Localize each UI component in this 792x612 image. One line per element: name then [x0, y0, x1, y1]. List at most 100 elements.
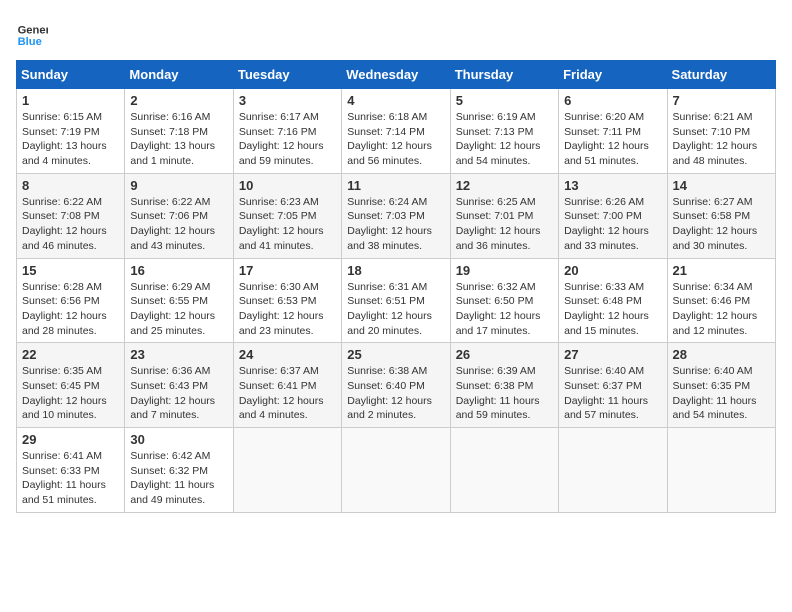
day-info: Sunrise: 6:34 AM Sunset: 6:46 PM Dayligh…: [673, 280, 770, 339]
day-info: Sunrise: 6:16 AM Sunset: 7:18 PM Dayligh…: [130, 110, 227, 169]
day-info: Sunrise: 6:32 AM Sunset: 6:50 PM Dayligh…: [456, 280, 553, 339]
day-info: Sunrise: 6:21 AM Sunset: 7:10 PM Dayligh…: [673, 110, 770, 169]
logo-icon: General Blue: [16, 16, 48, 48]
day-info: Sunrise: 6:41 AM Sunset: 6:33 PM Dayligh…: [22, 449, 119, 508]
calendar-cell: 29 Sunrise: 6:41 AM Sunset: 6:33 PM Dayl…: [17, 428, 125, 513]
day-info: Sunrise: 6:36 AM Sunset: 6:43 PM Dayligh…: [130, 364, 227, 423]
day-number: 11: [347, 178, 444, 193]
calendar-cell: [667, 428, 775, 513]
day-info: Sunrise: 6:42 AM Sunset: 6:32 PM Dayligh…: [130, 449, 227, 508]
calendar-cell: 18 Sunrise: 6:31 AM Sunset: 6:51 PM Dayl…: [342, 258, 450, 343]
day-number: 20: [564, 263, 661, 278]
calendar-cell: 26 Sunrise: 6:39 AM Sunset: 6:38 PM Dayl…: [450, 343, 558, 428]
calendar-cell: 8 Sunrise: 6:22 AM Sunset: 7:08 PM Dayli…: [17, 173, 125, 258]
calendar-cell: 4 Sunrise: 6:18 AM Sunset: 7:14 PM Dayli…: [342, 89, 450, 174]
calendar-cell: [233, 428, 341, 513]
day-number: 10: [239, 178, 336, 193]
calendar-header-friday: Friday: [559, 61, 667, 89]
day-number: 28: [673, 347, 770, 362]
calendar-cell: 25 Sunrise: 6:38 AM Sunset: 6:40 PM Dayl…: [342, 343, 450, 428]
page-header: General Blue: [16, 16, 776, 48]
calendar-week-row: 8 Sunrise: 6:22 AM Sunset: 7:08 PM Dayli…: [17, 173, 776, 258]
day-info: Sunrise: 6:17 AM Sunset: 7:16 PM Dayligh…: [239, 110, 336, 169]
day-info: Sunrise: 6:26 AM Sunset: 7:00 PM Dayligh…: [564, 195, 661, 254]
day-number: 8: [22, 178, 119, 193]
day-number: 14: [673, 178, 770, 193]
calendar-cell: 10 Sunrise: 6:23 AM Sunset: 7:05 PM Dayl…: [233, 173, 341, 258]
calendar-header-row: SundayMondayTuesdayWednesdayThursdayFrid…: [17, 61, 776, 89]
calendar-cell: [559, 428, 667, 513]
calendar-cell: 27 Sunrise: 6:40 AM Sunset: 6:37 PM Dayl…: [559, 343, 667, 428]
calendar-week-row: 29 Sunrise: 6:41 AM Sunset: 6:33 PM Dayl…: [17, 428, 776, 513]
day-info: Sunrise: 6:37 AM Sunset: 6:41 PM Dayligh…: [239, 364, 336, 423]
calendar-cell: 30 Sunrise: 6:42 AM Sunset: 6:32 PM Dayl…: [125, 428, 233, 513]
calendar-week-row: 1 Sunrise: 6:15 AM Sunset: 7:19 PM Dayli…: [17, 89, 776, 174]
calendar-cell: [342, 428, 450, 513]
day-info: Sunrise: 6:39 AM Sunset: 6:38 PM Dayligh…: [456, 364, 553, 423]
calendar-cell: 6 Sunrise: 6:20 AM Sunset: 7:11 PM Dayli…: [559, 89, 667, 174]
day-number: 13: [564, 178, 661, 193]
calendar-cell: 16 Sunrise: 6:29 AM Sunset: 6:55 PM Dayl…: [125, 258, 233, 343]
day-info: Sunrise: 6:33 AM Sunset: 6:48 PM Dayligh…: [564, 280, 661, 339]
day-info: Sunrise: 6:28 AM Sunset: 6:56 PM Dayligh…: [22, 280, 119, 339]
day-info: Sunrise: 6:40 AM Sunset: 6:37 PM Dayligh…: [564, 364, 661, 423]
day-info: Sunrise: 6:35 AM Sunset: 6:45 PM Dayligh…: [22, 364, 119, 423]
day-number: 1: [22, 93, 119, 108]
day-number: 18: [347, 263, 444, 278]
day-number: 22: [22, 347, 119, 362]
calendar-cell: 13 Sunrise: 6:26 AM Sunset: 7:00 PM Dayl…: [559, 173, 667, 258]
day-number: 25: [347, 347, 444, 362]
calendar-header-wednesday: Wednesday: [342, 61, 450, 89]
calendar-cell: [450, 428, 558, 513]
day-number: 3: [239, 93, 336, 108]
calendar-header-sunday: Sunday: [17, 61, 125, 89]
day-number: 21: [673, 263, 770, 278]
day-number: 16: [130, 263, 227, 278]
day-info: Sunrise: 6:40 AM Sunset: 6:35 PM Dayligh…: [673, 364, 770, 423]
day-number: 6: [564, 93, 661, 108]
day-info: Sunrise: 6:31 AM Sunset: 6:51 PM Dayligh…: [347, 280, 444, 339]
day-number: 19: [456, 263, 553, 278]
day-number: 26: [456, 347, 553, 362]
day-info: Sunrise: 6:22 AM Sunset: 7:06 PM Dayligh…: [130, 195, 227, 254]
day-info: Sunrise: 6:24 AM Sunset: 7:03 PM Dayligh…: [347, 195, 444, 254]
calendar-cell: 11 Sunrise: 6:24 AM Sunset: 7:03 PM Dayl…: [342, 173, 450, 258]
day-number: 24: [239, 347, 336, 362]
day-number: 27: [564, 347, 661, 362]
calendar-header-tuesday: Tuesday: [233, 61, 341, 89]
calendar-cell: 21 Sunrise: 6:34 AM Sunset: 6:46 PM Dayl…: [667, 258, 775, 343]
day-number: 2: [130, 93, 227, 108]
calendar-week-row: 15 Sunrise: 6:28 AM Sunset: 6:56 PM Dayl…: [17, 258, 776, 343]
calendar-cell: 3 Sunrise: 6:17 AM Sunset: 7:16 PM Dayli…: [233, 89, 341, 174]
day-number: 7: [673, 93, 770, 108]
calendar-week-row: 22 Sunrise: 6:35 AM Sunset: 6:45 PM Dayl…: [17, 343, 776, 428]
day-number: 15: [22, 263, 119, 278]
calendar-header-saturday: Saturday: [667, 61, 775, 89]
calendar-table: SundayMondayTuesdayWednesdayThursdayFrid…: [16, 60, 776, 513]
logo: General Blue: [16, 16, 52, 48]
day-number: 29: [22, 432, 119, 447]
day-info: Sunrise: 6:38 AM Sunset: 6:40 PM Dayligh…: [347, 364, 444, 423]
calendar-cell: 17 Sunrise: 6:30 AM Sunset: 6:53 PM Dayl…: [233, 258, 341, 343]
calendar-cell: 2 Sunrise: 6:16 AM Sunset: 7:18 PM Dayli…: [125, 89, 233, 174]
calendar-cell: 12 Sunrise: 6:25 AM Sunset: 7:01 PM Dayl…: [450, 173, 558, 258]
day-info: Sunrise: 6:20 AM Sunset: 7:11 PM Dayligh…: [564, 110, 661, 169]
svg-text:Blue: Blue: [18, 36, 42, 48]
day-info: Sunrise: 6:23 AM Sunset: 7:05 PM Dayligh…: [239, 195, 336, 254]
calendar-cell: 23 Sunrise: 6:36 AM Sunset: 6:43 PM Dayl…: [125, 343, 233, 428]
day-info: Sunrise: 6:30 AM Sunset: 6:53 PM Dayligh…: [239, 280, 336, 339]
calendar-body: 1 Sunrise: 6:15 AM Sunset: 7:19 PM Dayli…: [17, 89, 776, 513]
day-number: 30: [130, 432, 227, 447]
calendar-cell: 28 Sunrise: 6:40 AM Sunset: 6:35 PM Dayl…: [667, 343, 775, 428]
calendar-cell: 20 Sunrise: 6:33 AM Sunset: 6:48 PM Dayl…: [559, 258, 667, 343]
calendar-header-monday: Monday: [125, 61, 233, 89]
day-info: Sunrise: 6:19 AM Sunset: 7:13 PM Dayligh…: [456, 110, 553, 169]
calendar-cell: 15 Sunrise: 6:28 AM Sunset: 6:56 PM Dayl…: [17, 258, 125, 343]
day-number: 9: [130, 178, 227, 193]
day-info: Sunrise: 6:25 AM Sunset: 7:01 PM Dayligh…: [456, 195, 553, 254]
day-info: Sunrise: 6:27 AM Sunset: 6:58 PM Dayligh…: [673, 195, 770, 254]
calendar-cell: 22 Sunrise: 6:35 AM Sunset: 6:45 PM Dayl…: [17, 343, 125, 428]
calendar-cell: 9 Sunrise: 6:22 AM Sunset: 7:06 PM Dayli…: [125, 173, 233, 258]
svg-text:General: General: [18, 25, 48, 37]
calendar-header-thursday: Thursday: [450, 61, 558, 89]
